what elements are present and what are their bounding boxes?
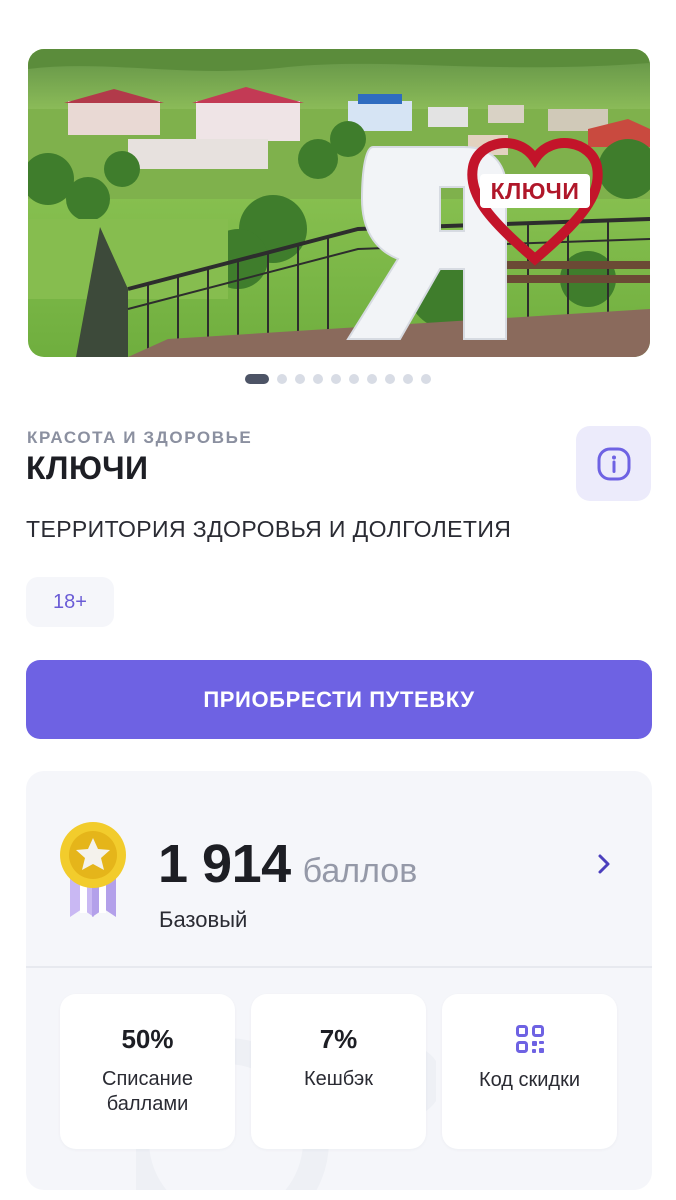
divider [26,966,652,968]
carousel-dot[interactable] [403,374,413,384]
cashback-tile[interactable]: 7% Кешбэк [251,994,426,1149]
info-icon [597,447,630,480]
carousel-indicator[interactable] [245,374,431,384]
buy-voucher-button[interactable]: ПРИОБРЕСТИ ПУТЕВКУ [26,660,652,739]
place-subtitle: ТЕРРИТОРИЯ ЗДОРОВЬЯ И ДОЛГОЛЕТИЯ [26,516,512,542]
age-limit-badge: 18+ [26,577,114,627]
loyalty-level: Базовый [159,907,248,932]
category-label: КРАСОТА И ЗДОРОВЬЕ [27,428,253,447]
carousel-dot[interactable] [277,374,287,384]
loyalty-tiles: 50% Списание баллами 7% Кешбэк Код скидк… [60,994,617,1149]
tile-value: 7% [319,1024,358,1054]
screen: КЛЮЧИ КРАСОТА И ЗДОРОВЬЕ КЛЮЧИ ТЕРРИТОРИ… [0,0,676,1200]
hero-photo-illustration: КЛЮЧИ [28,49,650,357]
loyalty-card[interactable]: 1 914 баллов Базовый 50% Списание баллам… [26,771,652,1190]
points-unit: баллов [302,852,418,890]
chevron-right-icon [598,854,610,874]
loyalty-details-button[interactable] [594,849,614,879]
tile-label: Код скидки [478,1069,581,1091]
carousel-dot[interactable] [367,374,377,384]
points-balance: 1 914 баллов [158,833,417,895]
points-writeoff-tile[interactable]: 50% Списание баллами [60,994,235,1149]
carousel-dot[interactable] [295,374,305,384]
info-button[interactable] [576,426,651,501]
carousel-dot-active[interactable] [245,374,269,384]
carousel-dot[interactable] [349,374,359,384]
qr-code-icon [515,1025,544,1053]
hero-sign-text: КЛЮЧИ [491,178,580,204]
carousel-dot[interactable] [421,374,431,384]
carousel-dot[interactable] [313,374,323,384]
medal-icon [60,822,126,917]
tile-label: Кешбэк [303,1068,373,1090]
page-title: КЛЮЧИ [26,450,149,486]
discount-code-tile[interactable]: Код скидки [442,994,617,1149]
tile-value: 50% [121,1024,174,1054]
carousel-dot[interactable] [331,374,341,384]
tile-label: Списание баллами [102,1068,193,1115]
hero-image[interactable]: КЛЮЧИ [28,49,650,357]
points-value: 1 914 [158,834,291,894]
carousel-dot[interactable] [385,374,395,384]
